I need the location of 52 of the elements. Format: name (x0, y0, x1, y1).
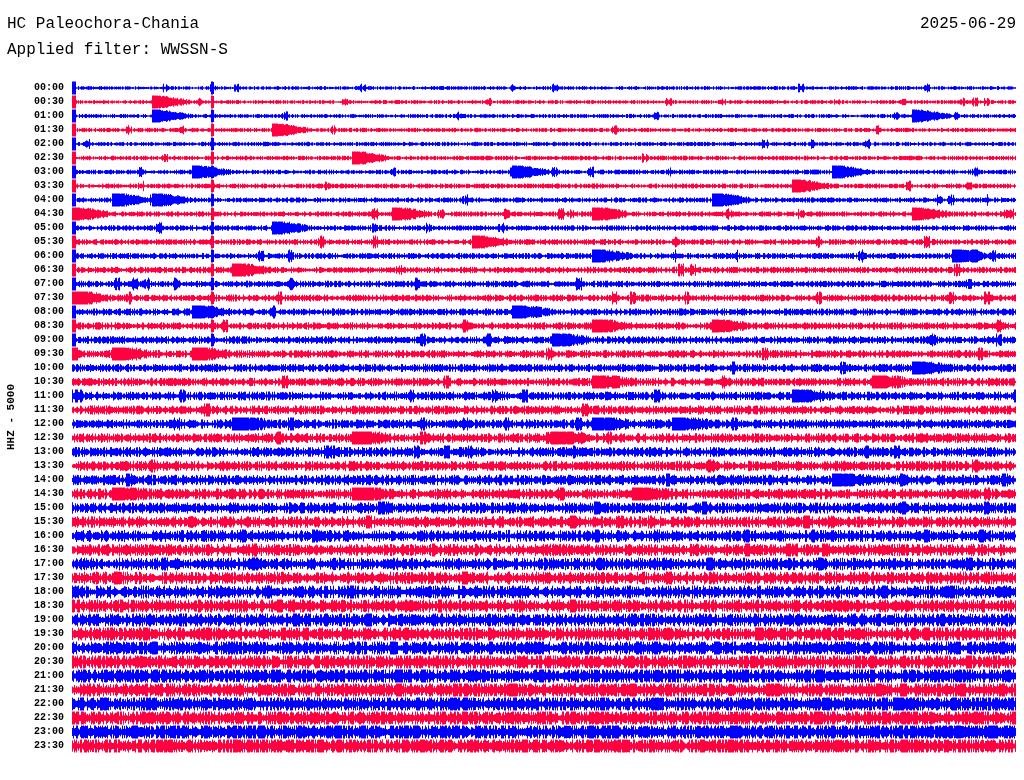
time-label: 06:00 (34, 249, 64, 263)
time-label: 19:30 (34, 627, 64, 641)
filter-label: Applied filter: WWSSN-S (7, 40, 229, 60)
time-label: 03:30 (34, 179, 64, 193)
time-label: 14:00 (34, 473, 64, 487)
time-label: 11:00 (34, 389, 64, 403)
time-label: 08:30 (34, 319, 64, 333)
channel-label: HHZ - 5000 (5, 384, 17, 450)
time-label: 14:30 (34, 487, 64, 501)
time-label: 18:30 (34, 599, 64, 613)
time-label: 12:00 (34, 417, 64, 431)
time-label: 06:30 (34, 263, 64, 277)
time-label: 05:30 (34, 235, 64, 249)
time-label: 13:30 (34, 459, 64, 473)
time-label: 09:30 (34, 347, 64, 361)
time-label: 02:00 (34, 137, 64, 151)
time-label: 21:00 (34, 669, 64, 683)
time-label: 00:00 (34, 81, 64, 95)
time-label: 01:30 (34, 123, 64, 137)
station-title: HC Paleochora-Chania (7, 14, 200, 34)
time-label: 09:00 (34, 333, 64, 347)
time-label: 04:30 (34, 207, 64, 221)
time-label: 23:30 (34, 739, 64, 753)
time-label: 07:00 (34, 277, 64, 291)
time-label: 16:30 (34, 543, 64, 557)
time-label: 08:00 (34, 305, 64, 319)
time-label: 03:00 (34, 165, 64, 179)
time-label: 21:30 (34, 683, 64, 697)
time-label: 10:30 (34, 375, 64, 389)
time-label: 22:30 (34, 711, 64, 725)
time-label: 10:00 (34, 361, 64, 375)
time-label: 04:00 (34, 193, 64, 207)
time-label: 18:00 (34, 585, 64, 599)
time-label: 15:00 (34, 501, 64, 515)
time-label: 02:30 (34, 151, 64, 165)
time-label: 13:00 (34, 445, 64, 459)
time-label: 11:30 (34, 403, 64, 417)
time-label: 22:00 (34, 697, 64, 711)
time-label: 15:30 (34, 515, 64, 529)
time-label: 17:30 (34, 571, 64, 585)
time-label: 00:30 (34, 95, 64, 109)
time-label: 01:00 (34, 109, 64, 123)
time-label: 07:30 (34, 291, 64, 305)
time-label: 19:00 (34, 613, 64, 627)
date-label: 2025-06-29 (920, 14, 1016, 34)
time-label: 23:00 (34, 725, 64, 739)
time-label: 05:00 (34, 221, 64, 235)
time-label: 20:00 (34, 641, 64, 655)
time-label: 16:00 (34, 529, 64, 543)
time-label: 12:30 (34, 431, 64, 445)
time-label: 17:00 (34, 557, 64, 571)
time-label: 20:30 (34, 655, 64, 669)
